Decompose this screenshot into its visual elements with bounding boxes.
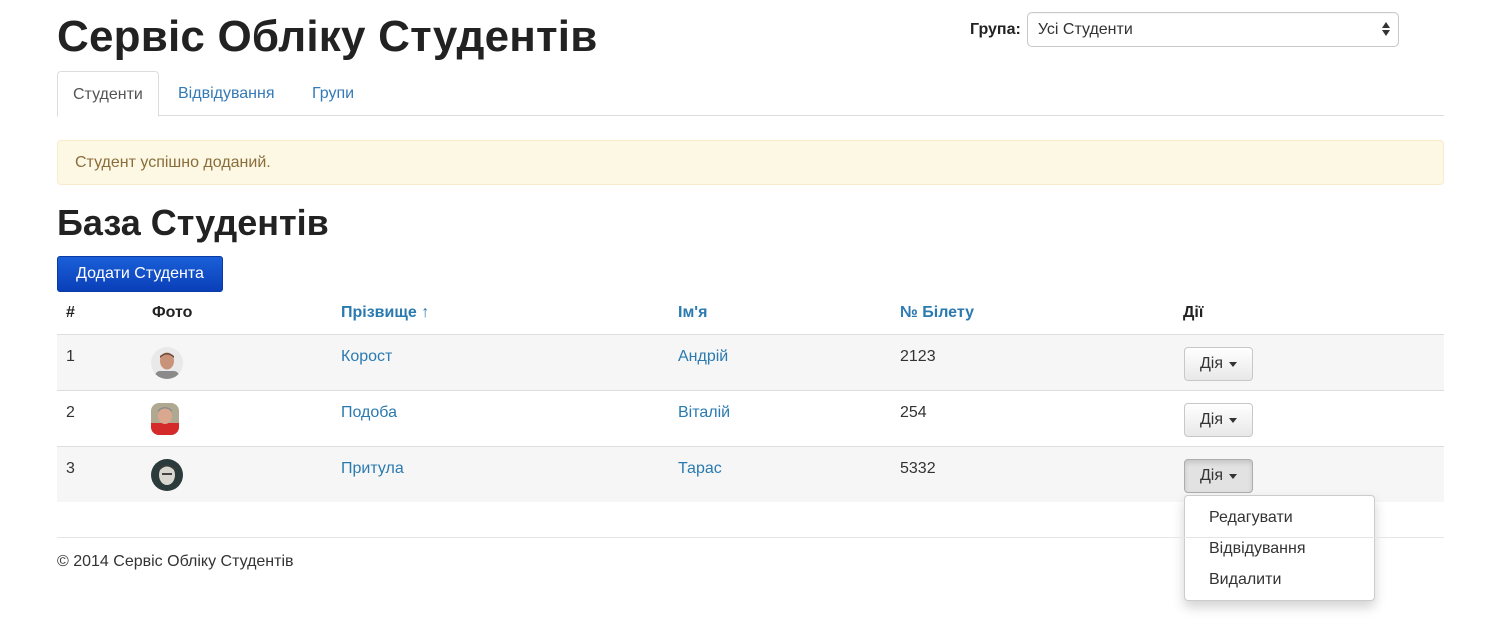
- action-dropdown-button[interactable]: Дія: [1184, 459, 1253, 493]
- avatar: [151, 403, 179, 435]
- action-label: Дія: [1199, 355, 1224, 372]
- last-name-link[interactable]: Короcт: [341, 348, 392, 366]
- group-select-value: Усі Студенти: [1037, 20, 1133, 38]
- action-label: Дія: [1199, 467, 1224, 484]
- add-student-button[interactable]: Додати Студента: [57, 256, 223, 292]
- menu-item-edit[interactable]: Редагувати: [1185, 502, 1374, 533]
- first-name-link[interactable]: Тарас: [678, 460, 722, 478]
- action-dropdown-button[interactable]: Дія: [1184, 347, 1253, 381]
- table-row: 2 Подоба Віталій 254 Дія: [57, 390, 1444, 446]
- action-dropdown-button[interactable]: Дія: [1184, 403, 1253, 437]
- app-title: Сервіс Обліку Студентів: [57, 12, 598, 61]
- table-row: 1 Короcт Андрій 2123 Дія: [57, 334, 1444, 390]
- col-header-ticket[interactable]: № Білету: [900, 304, 974, 322]
- ticket-number: 254: [900, 404, 927, 421]
- action-label: Дія: [1199, 411, 1224, 428]
- group-label: Група:: [970, 20, 1021, 38]
- col-header-number: #: [66, 304, 75, 321]
- select-arrows-icon: [1381, 22, 1390, 36]
- first-name-link[interactable]: Віталій: [678, 404, 730, 422]
- menu-item-delete[interactable]: Видалити: [1185, 564, 1374, 595]
- success-alert: Студент успішно доданий.: [57, 140, 1444, 185]
- last-name-link[interactable]: Притула: [341, 460, 404, 478]
- col-header-photo: Фото: [152, 304, 193, 321]
- row-number: 3: [66, 460, 75, 477]
- group-filter: Група: Усі Студенти: [970, 12, 1399, 47]
- last-name-link[interactable]: Подоба: [341, 404, 397, 422]
- tab-groups[interactable]: Групи: [297, 71, 369, 116]
- page-title: База Студентів: [57, 202, 329, 243]
- caret-down-icon: [1229, 473, 1238, 479]
- table-row: 3 Притула Тарас 5332 Дія: [57, 446, 1444, 502]
- action-dropdown-menu: Редагувати Відвідування Видалити: [1184, 495, 1375, 601]
- row-number: 2: [66, 404, 75, 421]
- col-header-first-name[interactable]: Ім'я: [678, 304, 707, 322]
- col-header-actions: Дії: [1183, 304, 1204, 321]
- ticket-number: 5332: [900, 460, 936, 477]
- avatar: [151, 459, 183, 491]
- footer-divider: [57, 537, 1444, 538]
- caret-down-icon: [1229, 417, 1238, 423]
- footer-copyright: © 2014 Сервіс Обліку Студентів: [57, 553, 294, 570]
- caret-down-icon: [1229, 361, 1238, 367]
- group-select[interactable]: Усі Студенти: [1026, 12, 1399, 47]
- tab-attendance[interactable]: Відвідування: [163, 71, 290, 116]
- first-name-link[interactable]: Андрій: [678, 348, 728, 366]
- col-header-last-name[interactable]: Прізвище ↑: [341, 304, 429, 322]
- ticket-number: 2123: [900, 348, 936, 365]
- avatar: [151, 347, 183, 379]
- row-number: 1: [66, 348, 75, 365]
- tab-students[interactable]: Студенти: [57, 71, 159, 117]
- nav-tabs: Студенти Відвідування Групи: [57, 71, 1444, 117]
